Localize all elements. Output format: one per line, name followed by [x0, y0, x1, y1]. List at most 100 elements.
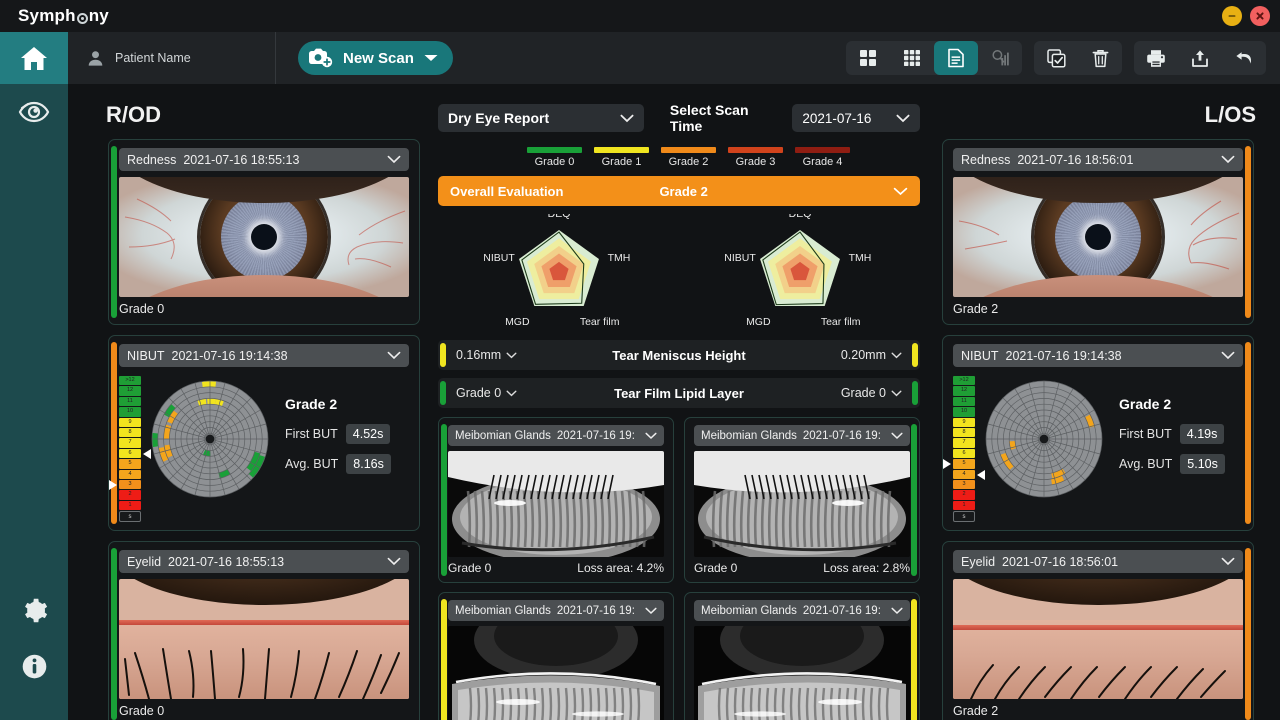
grade-accent-bar [1245, 342, 1251, 525]
meibomian-gland-card: Meibomian Glands 2021-07-16 19: Grade 0 Los… [684, 417, 920, 583]
sidebar-item-info[interactable] [0, 638, 68, 694]
right-nibut-polar-map[interactable] [145, 374, 275, 504]
left-redness-image[interactable] [953, 177, 1243, 297]
print-button[interactable] [1134, 41, 1178, 75]
right-eyelid-header[interactable]: Eyelid 2021-07-16 18:55:13 [119, 550, 409, 574]
panel-title: Redness [961, 152, 1011, 167]
scale-cell: 9 [119, 417, 141, 427]
left-nibut-header[interactable]: NIBUT 2021-07-16 19:14:38 [953, 344, 1243, 367]
loss-area-label: Loss area: 4.2% [577, 561, 664, 575]
export-button[interactable] [1178, 41, 1222, 75]
legend-item-4: Grade 4 [789, 147, 856, 168]
sidebar-item-settings[interactable] [0, 582, 68, 638]
svg-text:NIBUT: NIBUT [724, 252, 756, 264]
legend-swatch [527, 147, 582, 153]
report-controls: Dry Eye Report Select Scan Time 2021-07-… [438, 102, 921, 134]
tmh-left-value-select[interactable]: 0.20mm [841, 348, 902, 362]
scale-marker-inner [143, 448, 151, 459]
meibomian-gland-image[interactable] [694, 451, 910, 557]
legend-label: Grade 2 [668, 156, 709, 168]
meibomian-gland-header[interactable]: Meibomian Glands 2021-07-16 19: [694, 425, 910, 446]
svg-text:TMH: TMH [607, 252, 630, 264]
close-button[interactable] [1250, 6, 1270, 26]
meibomian-gland-header[interactable]: Meibomian Glands 2021-07-16 19: [448, 425, 664, 446]
scan-time-select[interactable]: 2021-07-16 [792, 104, 921, 132]
grade-legend: Grade 0 Grade 1 Grade 2 Grade 3 Grade 4 [521, 147, 920, 168]
left-redness-header[interactable]: Redness 2021-07-16 18:56:01 [953, 148, 1243, 171]
panel-title: Eyelid [961, 554, 996, 569]
tmh-right-value-select[interactable]: 0.16mm [456, 348, 517, 362]
undo-icon [1236, 52, 1252, 64]
chevron-down-icon [645, 432, 657, 439]
meibomian-gland-image[interactable] [694, 626, 910, 720]
scale-cell: >12 [119, 376, 141, 386]
panel-title: Eyelid [127, 554, 162, 569]
export-icon [1192, 49, 1208, 67]
patient-selector[interactable]: Patient Name [68, 32, 276, 84]
right-redness-header[interactable]: Redness 2021-07-16 18:55:13 [119, 148, 409, 171]
window-controls [1222, 6, 1270, 26]
left-nibut-body: >12 12 11 10 9 8 7 6 5 4 3 2 1 s Grade 2 First BUT 4.… [943, 374, 1243, 523]
scale-cell: 3 [119, 479, 141, 490]
right-radar-chart[interactable]: DEQ TMH Tear film MGD NIBUT [459, 214, 659, 332]
left-nibut-stats: Grade 2 First BUT 4.19s Avg. BUT 5.10s [1119, 374, 1225, 484]
tear-meniscus-height-row: 0.16mm Tear Meniscus Height 0.20mm [438, 340, 920, 370]
right-redness-image[interactable] [119, 177, 409, 297]
delete-button[interactable] [1078, 41, 1122, 75]
left-eyelid-header[interactable]: Eyelid 2021-07-16 18:56:01 [953, 550, 1243, 574]
meibomian-gland-header[interactable]: Meibomian Glands 2021-07-16 19: [448, 600, 664, 621]
left-eyelid-image[interactable] [953, 579, 1243, 700]
right-nibut-card: NIBUT 2021-07-16 19:14:38 >12 12 11 10 9 8 7 6 5… [108, 335, 420, 532]
toolbar-group-views [846, 41, 1022, 75]
scale-cell: 10 [953, 407, 975, 417]
left-radar-chart[interactable]: DEQ TMH Tear film MGD NIBUT [700, 214, 900, 332]
undo-button[interactable] [1222, 41, 1266, 75]
meibomian-gland-image[interactable] [448, 626, 664, 720]
svg-text:Tear film: Tear film [579, 316, 619, 328]
sidebar-item-home[interactable] [0, 32, 68, 84]
minimize-button[interactable] [1222, 6, 1242, 26]
panel-timestamp: 2021-07-16 19:14:38 [171, 348, 288, 363]
app-logo: Symph ny [18, 6, 109, 26]
meibomian-glands-row-upper: Meibomian Glands 2021-07-16 19: Grade 0 Los… [438, 417, 920, 583]
avg-but-row: Avg. BUT 5.10s [1119, 454, 1225, 474]
chart-view-button[interactable] [978, 41, 1022, 75]
avg-but-label: Avg. BUT [285, 457, 339, 471]
right-nibut-header[interactable]: NIBUT 2021-07-16 19:14:38 [119, 344, 409, 367]
left-nibut-polar-map[interactable] [979, 374, 1109, 504]
scale-cell: 7 [119, 438, 141, 448]
meibomian-gland-header[interactable]: Meibomian Glands 2021-07-16 19: [694, 600, 910, 621]
right-eyelid-image[interactable] [119, 579, 409, 700]
panel-title: Meibomian Glands [701, 429, 797, 442]
grid-9-view-button[interactable] [890, 41, 934, 75]
legend-item-0: Grade 0 [521, 147, 588, 168]
panel-title: Meibomian Glands [455, 429, 551, 442]
sidebar-item-eye-exam[interactable] [0, 84, 68, 140]
grade-accent-bar [440, 343, 446, 367]
overall-evaluation-row[interactable]: Overall Evaluation Grade 2 [438, 176, 920, 206]
avg-but-label: Avg. BUT [1119, 457, 1173, 471]
scale-cell: 6 [953, 448, 975, 459]
legend-label: Grade 1 [601, 156, 642, 168]
tfll-right-value-select[interactable]: Grade 0 [456, 386, 517, 400]
report-type-select[interactable]: Dry Eye Report [438, 104, 644, 132]
avg-but-value: 5.10s [1180, 454, 1225, 474]
top-toolbar: Patient Name New Scan [68, 32, 1280, 84]
panel-title: NIBUT [961, 348, 999, 363]
panel-title: Meibomian Glands [455, 604, 551, 617]
report-view-button[interactable] [934, 41, 978, 75]
panel-timestamp: 2021-07-16 19: [556, 429, 635, 442]
left-rail [0, 32, 68, 720]
tfll-left-value-select[interactable]: Grade 0 [841, 386, 902, 400]
new-scan-button[interactable]: New Scan [298, 41, 453, 75]
grade-accent-bar [111, 342, 117, 525]
grade-accent-bar [912, 381, 918, 405]
scale-cell: 11 [119, 396, 141, 407]
grid-4-view-button[interactable] [846, 41, 890, 75]
select-all-button[interactable] [1034, 41, 1078, 75]
right-eyelid-card: Eyelid 2021-07-16 18:55:13 Grade 0 [108, 541, 420, 720]
report-icon [948, 48, 964, 68]
panel-timestamp: 2021-07-16 19:14:38 [1005, 348, 1122, 363]
meibomian-gland-image[interactable] [448, 451, 664, 557]
nibut-color-scale: >12 12 11 10 9 8 7 6 5 4 3 2 1 s [943, 374, 985, 523]
